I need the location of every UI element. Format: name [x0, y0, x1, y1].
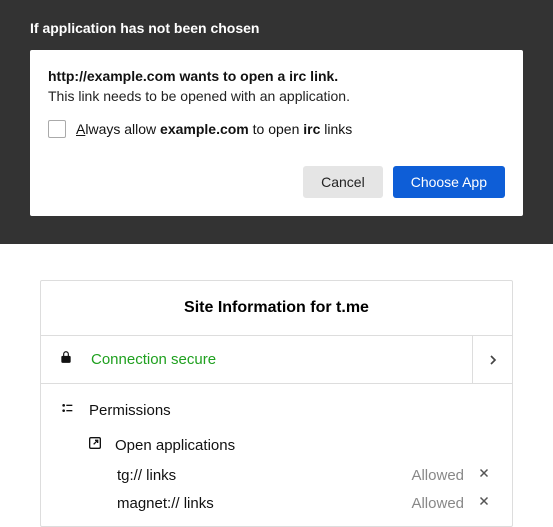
chevron-right-icon	[485, 352, 501, 368]
remove-permission-button[interactable]	[474, 494, 494, 512]
connection-details-button[interactable]	[472, 336, 512, 383]
permissions-header: Permissions	[59, 400, 494, 421]
permission-name: magnet:// links	[117, 495, 411, 512]
permission-name: tg:// links	[117, 467, 411, 484]
permissions-section: Permissions Open applications tg:// link…	[41, 384, 512, 526]
site-info-title: Site Information for t.me	[41, 281, 512, 336]
dialog-title-origin: http://example.com	[48, 68, 176, 84]
protocol-handler-dialog: http://example.com wants to open a irc l…	[30, 50, 523, 216]
dialog-button-row: Cancel Choose App	[48, 166, 505, 198]
always-allow-row: Always allow example.com to open irc lin…	[48, 120, 505, 138]
cancel-button[interactable]: Cancel	[303, 166, 383, 198]
protocol-dialog-backdrop: If application has not been chosen http:…	[0, 0, 553, 244]
dialog-title-rest: wants to open a irc link.	[176, 68, 339, 84]
permission-item: tg:// links Allowed	[117, 466, 494, 484]
connection-row[interactable]: Connection secure	[41, 336, 512, 384]
remove-permission-button[interactable]	[474, 466, 494, 484]
permissions-label: Permissions	[89, 402, 171, 419]
always-allow-label[interactable]: Always allow example.com to open irc lin…	[76, 121, 352, 137]
permissions-icon	[59, 400, 75, 421]
close-icon	[478, 495, 490, 507]
permission-status: Allowed	[411, 467, 464, 484]
dialog-subtitle: This link needs to be opened with an app…	[48, 88, 505, 104]
permission-status: Allowed	[411, 495, 464, 512]
always-allow-checkbox[interactable]	[48, 120, 66, 138]
choose-app-button[interactable]: Choose App	[393, 166, 505, 198]
site-information-panel: Site Information for t.me Connection sec…	[40, 280, 513, 527]
close-icon	[478, 467, 490, 479]
context-caption: If application has not been chosen	[30, 20, 523, 36]
external-link-icon	[87, 435, 103, 456]
permission-item: magnet:// links Allowed	[117, 494, 494, 512]
dialog-title: http://example.com wants to open a irc l…	[48, 68, 505, 84]
connection-status-text: Connection secure	[91, 351, 472, 368]
open-applications-label: Open applications	[115, 437, 235, 454]
open-applications-row: Open applications	[87, 435, 494, 456]
lock-icon	[59, 350, 73, 369]
